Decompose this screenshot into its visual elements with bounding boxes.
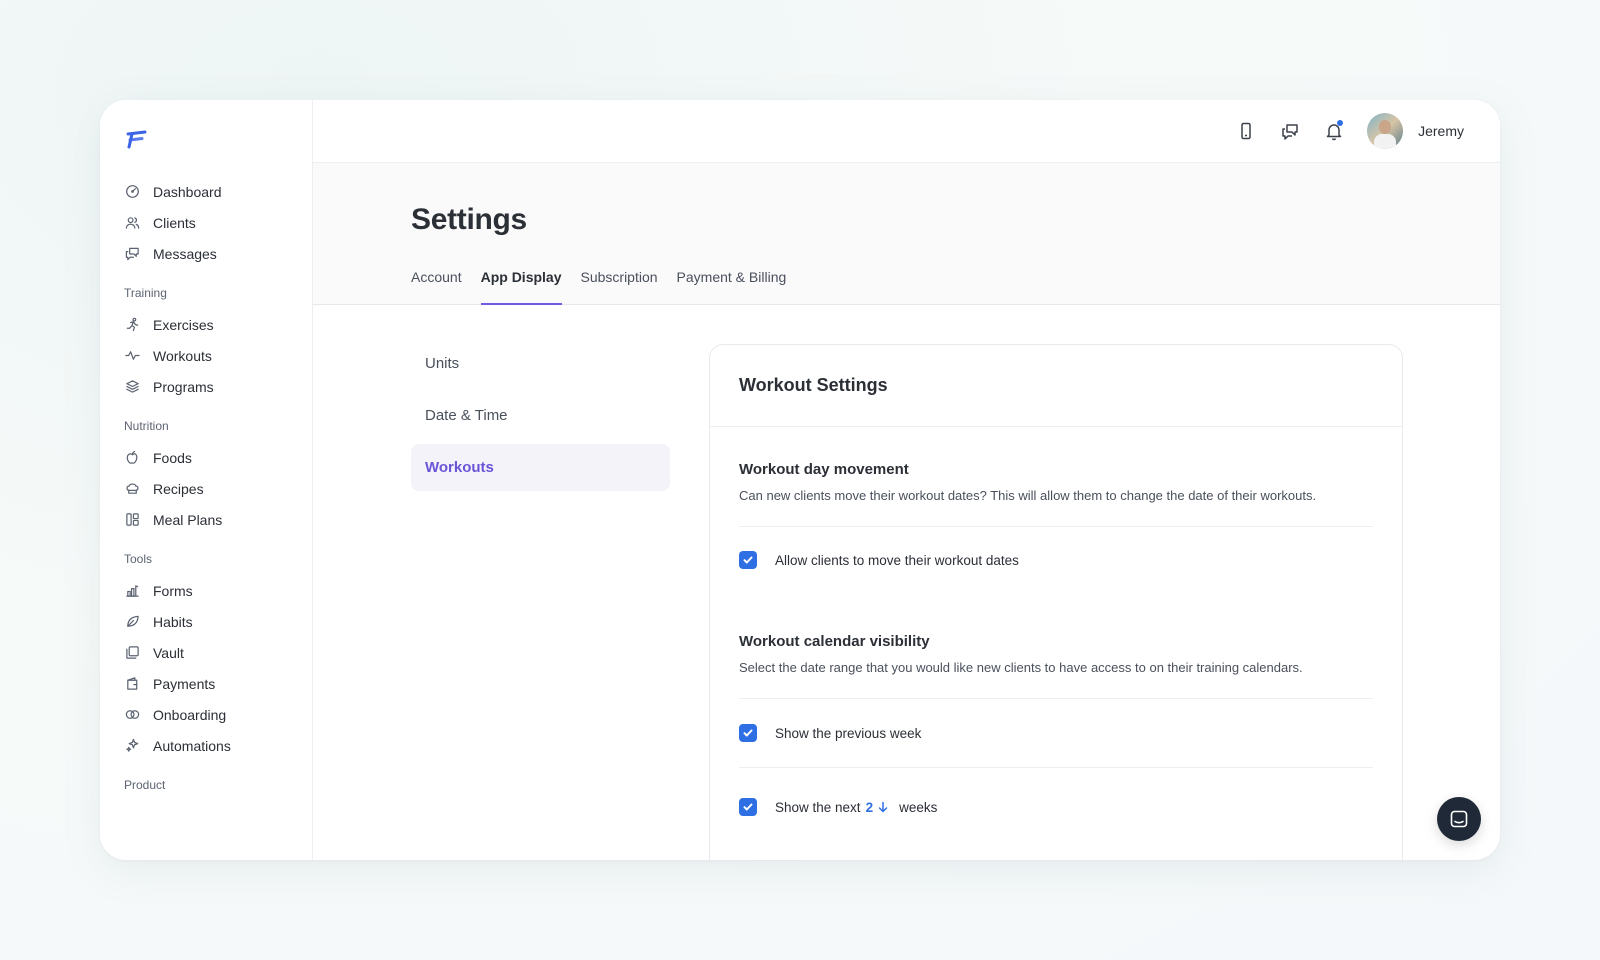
wallet-icon	[124, 676, 140, 692]
workout-day-movement-section: Workout day movement Can new clients mov…	[739, 461, 1373, 503]
sidebar-item-label: Automations	[153, 737, 231, 754]
settings-submenu: Units Date & Time Workouts	[411, 340, 670, 496]
sidebar-section-product: Product	[124, 778, 166, 792]
divider	[739, 526, 1373, 527]
sidebar-item-label: Clients	[153, 214, 196, 231]
checkbox-label: Allow clients to move their workout date…	[775, 552, 1019, 568]
sparkles-icon	[124, 738, 140, 754]
divider	[710, 426, 1402, 427]
bell-icon[interactable]	[1323, 120, 1345, 142]
checkbox-checked[interactable]	[739, 724, 757, 742]
sidebar-item-meal-plans[interactable]: Meal Plans	[100, 504, 313, 535]
sidebar-item-label: Onboarding	[153, 706, 227, 723]
sidebar-item-label: Foods	[153, 449, 192, 466]
sidebar-item-label: Forms	[153, 582, 193, 599]
show-next-weeks-option[interactable]: Show the next 2 weeks	[739, 798, 937, 816]
sidebar-item-payments[interactable]: Payments	[100, 668, 313, 699]
section-title: Workout calendar visibility	[739, 633, 930, 650]
grid-icon	[124, 512, 140, 528]
forms-icon	[124, 583, 140, 599]
sidebar-item-messages[interactable]: Messages	[100, 238, 313, 269]
tab-payment-and-billing[interactable]: Payment & Billing	[677, 267, 787, 305]
chef-hat-icon	[124, 481, 140, 497]
sidebar-item-label: Programs	[153, 378, 214, 395]
chat-bubbles-icon[interactable]	[1279, 120, 1301, 142]
weeks-count-select[interactable]: 2	[866, 800, 874, 815]
avatar[interactable]	[1367, 113, 1404, 149]
sidebar-item-recipes[interactable]: Recipes	[100, 473, 313, 504]
sidebar-item-foods[interactable]: Foods	[100, 442, 313, 473]
page-title: Settings	[411, 203, 527, 236]
sidebar-item-habits[interactable]: Habits	[100, 606, 313, 637]
sidebar-item-label: Workouts	[153, 347, 212, 364]
settings-tabs: Account App Display Subscription Payment & …	[411, 267, 805, 305]
app-window: Dashboard Clients Messages Training Exercise…	[100, 100, 1500, 860]
support-chat-button[interactable]	[1437, 797, 1481, 841]
sidebar-item-onboarding[interactable]: Onboarding	[100, 699, 313, 730]
sidebar-item-label: Exercises	[153, 316, 214, 333]
checkbox-label: Show the previous week	[775, 725, 922, 741]
section-title: Workout day movement	[739, 461, 909, 478]
checkbox-checked[interactable]	[739, 798, 757, 816]
mobile-icon[interactable]	[1235, 120, 1257, 142]
sidebar-section-tools: Tools	[124, 552, 153, 566]
calendar-visibility-section: Workout calendar visibility Select the d…	[739, 633, 1373, 675]
arrow-down-icon[interactable]	[877, 801, 889, 813]
sidebar-item-label: Vault	[153, 644, 184, 661]
sidebar-item-label: Payments	[153, 675, 216, 692]
sidebar-item-label: Messages	[153, 245, 217, 262]
divider	[739, 767, 1373, 768]
tab-subscription[interactable]: Subscription	[581, 267, 658, 305]
divider	[739, 698, 1373, 699]
allow-move-option[interactable]: Allow clients to move their workout date…	[739, 551, 1019, 569]
sidebar-item-label: Dashboard	[153, 183, 222, 200]
sidebar-item-label: Recipes	[153, 480, 204, 497]
sidebar-item-clients[interactable]: Clients	[100, 207, 313, 238]
sidebar-item-automations[interactable]: Automations	[100, 730, 313, 761]
sidebar-section-nutrition: Nutrition	[124, 419, 169, 433]
rings-icon	[124, 707, 140, 723]
sidebar: Dashboard Clients Messages Training Exercise…	[100, 100, 313, 860]
sidebar-section-training: Training	[124, 286, 167, 300]
submenu-item-units[interactable]: Units	[411, 340, 670, 387]
checkbox-label-prefix: Show the next	[775, 799, 861, 815]
tab-app-display[interactable]: App Display	[480, 267, 562, 305]
top-bar: Jeremy	[313, 100, 1500, 163]
page-header: Settings Account App Display Subscription P…	[313, 163, 1500, 305]
show-previous-week-option[interactable]: Show the previous week	[739, 724, 921, 742]
pulse-icon	[124, 348, 140, 364]
tab-account[interactable]: Account	[411, 267, 462, 305]
card-title: Workout Settings	[739, 375, 888, 395]
messages-icon	[124, 246, 140, 262]
dashboard-icon	[124, 184, 140, 200]
vault-icon	[124, 645, 140, 661]
running-icon	[124, 317, 140, 333]
section-description: Can new clients move their workout dates…	[739, 488, 1317, 503]
sidebar-item-label: Habits	[153, 613, 193, 630]
sidebar-item-forms[interactable]: Forms	[100, 575, 313, 606]
submenu-item-date-and-time[interactable]: Date & Time	[411, 392, 670, 439]
sidebar-nav: Dashboard Clients Messages Training Exercise…	[100, 176, 313, 801]
sidebar-item-programs[interactable]: Programs	[100, 371, 313, 402]
checkbox-checked[interactable]	[739, 551, 757, 569]
layers-icon	[124, 379, 140, 395]
submenu-item-workouts[interactable]: Workouts	[411, 444, 670, 491]
sidebar-item-label: Meal Plans	[153, 511, 223, 528]
sidebar-item-dashboard[interactable]: Dashboard	[100, 176, 313, 207]
leaf-icon	[124, 614, 140, 630]
sidebar-item-exercises[interactable]: Exercises	[100, 309, 313, 340]
users-icon	[124, 215, 140, 231]
apple-icon	[124, 450, 140, 466]
sidebar-item-workouts[interactable]: Workouts	[100, 340, 313, 371]
checkbox-label-suffix: weeks	[899, 799, 938, 815]
app-logo[interactable]	[124, 130, 148, 150]
sidebar-item-vault[interactable]: Vault	[100, 637, 313, 668]
workout-settings-card: Workout Settings Workout day movement Ca…	[709, 344, 1403, 860]
username[interactable]: Jeremy	[1418, 123, 1464, 139]
section-description: Select the date range that you would lik…	[739, 660, 1303, 675]
